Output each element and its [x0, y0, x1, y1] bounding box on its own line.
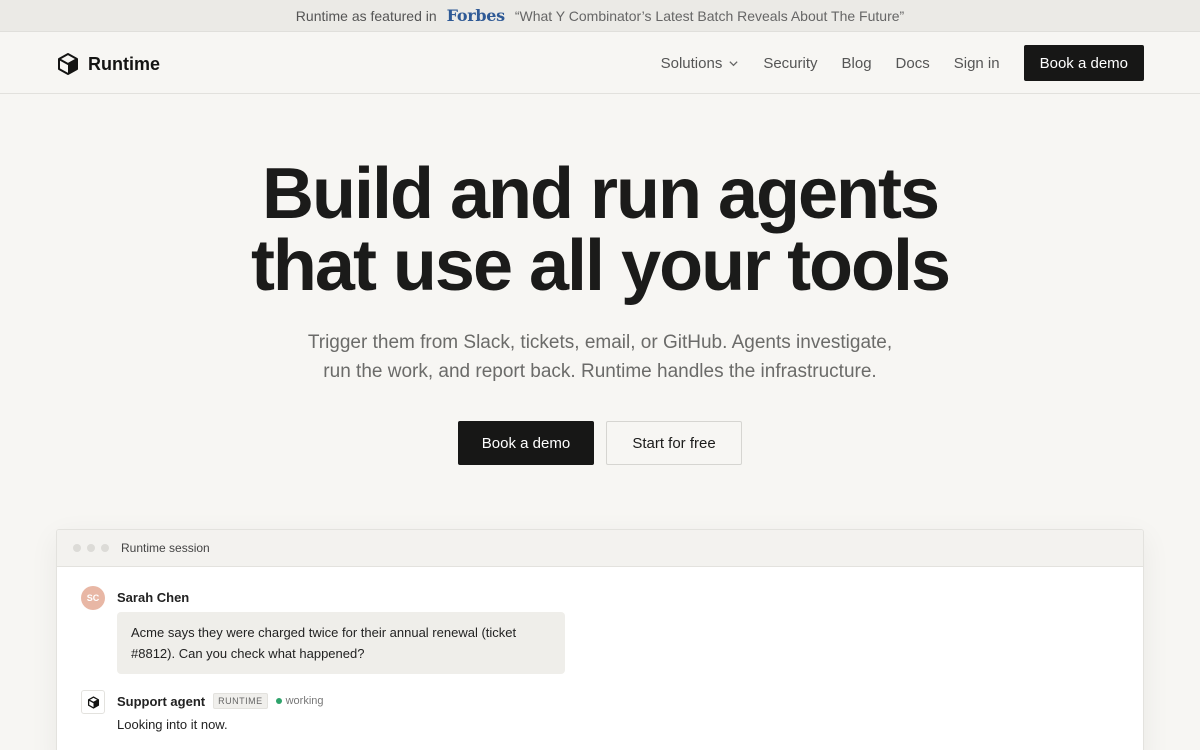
runtime-tag: RUNTIME [213, 693, 268, 709]
status-label: working [285, 695, 324, 707]
nav-links: Solutions Security Blog Docs Sign in Boo… [661, 45, 1144, 81]
nav-blog[interactable]: Blog [842, 55, 872, 72]
logo-text: Runtime [88, 53, 160, 74]
top-nav: Runtime Solutions Security Blog Docs Sig… [0, 33, 1200, 94]
avatar: SC [81, 586, 105, 610]
agent-avatar [81, 690, 105, 714]
message-author: Support agent [117, 693, 206, 709]
message-bubble: Acme says they were charged twice for th… [117, 612, 565, 674]
agent-meta: Support agent RUNTIME working [117, 693, 324, 709]
hero-title-line2: that use all your tools [250, 226, 951, 306]
runtime-session-card: Runtime session SC Sarah Chen Acme says … [56, 529, 1144, 750]
hero-subtitle-line2: run the work, and report back. Runtime h… [323, 361, 877, 382]
hero-subtitle-line1: Trigger them from Slack, tickets, email,… [307, 332, 893, 353]
session-titlebar: Runtime session [57, 530, 1143, 567]
announcement-bar[interactable]: Runtime as featured in Forbes “What Y Co… [0, 0, 1200, 32]
hero-subtitle: Trigger them from Slack, tickets, email,… [0, 328, 1200, 386]
forbes-logo: Forbes [446, 6, 505, 25]
nav-docs[interactable]: Docs [896, 55, 930, 72]
session-title: Runtime session [121, 541, 210, 555]
status-dot [275, 698, 282, 704]
hero-title: Build and run agents that use all your t… [0, 158, 1200, 302]
cube-icon [87, 695, 99, 709]
window-dot [73, 544, 81, 552]
user-message: SC Sarah Chen Acme says they were charge… [81, 586, 581, 676]
hero-buttons: Book a demo Start for free [0, 421, 1200, 465]
window-dot [101, 544, 109, 552]
nav-book-demo-button[interactable]: Book a demo [1023, 45, 1144, 81]
agent-message: Support agent RUNTIME working Looking in… [81, 690, 581, 740]
nav-security[interactable]: Security [763, 55, 817, 72]
chevron-down-icon [729, 60, 738, 66]
nav-solutions-label: Solutions [660, 54, 723, 72]
announcement-prefix: Runtime as featured in [295, 7, 437, 24]
nav-solutions[interactable]: Solutions [661, 55, 740, 72]
start-free-button[interactable]: Start for free [606, 421, 742, 465]
book-demo-button[interactable]: Book a demo [458, 421, 594, 465]
hero-title-line1: Build and run agents [261, 154, 940, 234]
cube-icon [58, 53, 78, 75]
window-dot [87, 544, 95, 552]
message-text: Looking into it now. [117, 717, 228, 732]
announcement-quote[interactable]: “What Y Combinator’s Latest Batch Reveal… [515, 8, 904, 24]
nav-sign-in[interactable]: Sign in [954, 55, 1000, 72]
message-author: Sarah Chen [117, 590, 190, 605]
logo[interactable]: Runtime [56, 51, 160, 77]
status-indicator: working [275, 695, 324, 707]
